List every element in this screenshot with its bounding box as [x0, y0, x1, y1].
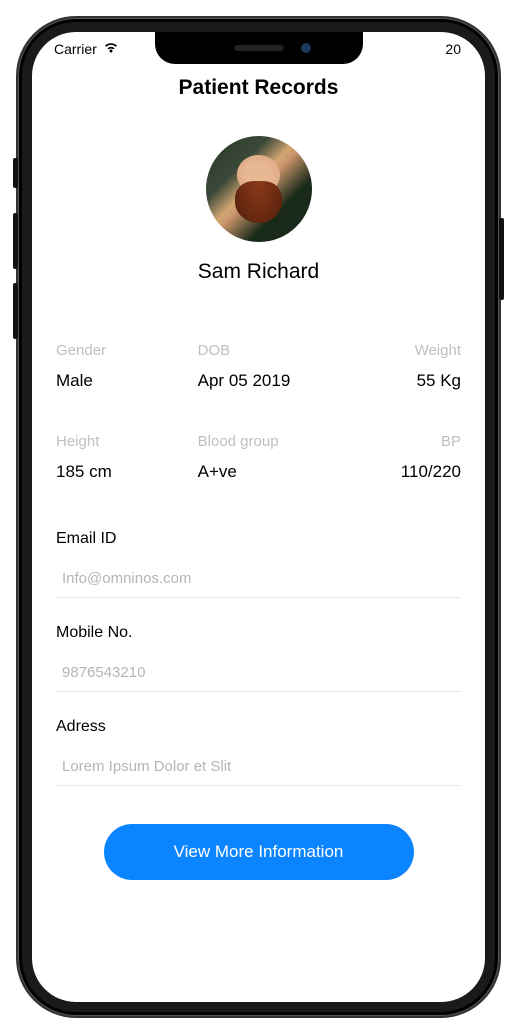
info-label: Height: [56, 433, 196, 450]
wifi-icon: [103, 42, 119, 57]
info-weight: Weight 55 Kg: [349, 342, 461, 391]
front-camera: [301, 43, 311, 53]
info-value: 55 Kg: [417, 371, 461, 390]
phone-frame: Carrier 20 Patient Records Sam Richard: [0, 0, 517, 1034]
content: Patient Records Sam Richard Gender Male …: [32, 32, 485, 1002]
email-section: Email ID: [56, 530, 461, 598]
info-label: Weight: [349, 342, 461, 359]
volume-up-button: [13, 213, 18, 269]
info-dob: DOB Apr 05 2019: [196, 342, 350, 391]
address-field[interactable]: [56, 754, 461, 786]
info-value: Male: [56, 371, 93, 390]
phone-bezel: Carrier 20 Patient Records Sam Richard: [18, 18, 499, 1016]
volume-down-button: [13, 283, 18, 339]
info-label: Blood group: [198, 433, 350, 450]
info-label: Gender: [56, 342, 196, 359]
info-value: 110/220: [401, 462, 461, 481]
screen: Carrier 20 Patient Records Sam Richard: [32, 32, 485, 1002]
side-button: [13, 158, 18, 188]
time-label: 20: [445, 41, 461, 57]
address-section: Adress: [56, 718, 461, 786]
email-label: Email ID: [56, 530, 461, 548]
phone-inner: Carrier 20 Patient Records Sam Richard: [22, 22, 495, 1012]
info-value: Apr 05 2019: [198, 371, 291, 390]
mobile-field[interactable]: [56, 660, 461, 692]
speaker: [234, 45, 284, 51]
avatar-container: [56, 136, 461, 242]
info-value: A+ve: [198, 462, 237, 481]
power-button: [499, 218, 504, 300]
info-label: DOB: [198, 342, 350, 359]
page-title: Patient Records: [56, 76, 461, 100]
mobile-section: Mobile No.: [56, 624, 461, 692]
info-gender: Gender Male: [56, 342, 196, 391]
cta-container: View More Information: [56, 824, 461, 902]
info-bp: BP 110/220: [349, 433, 461, 482]
patient-name: Sam Richard: [56, 260, 461, 284]
notch: [155, 32, 363, 64]
avatar[interactable]: [206, 136, 312, 242]
info-value: 185 cm: [56, 462, 112, 481]
info-height: Height 185 cm: [56, 433, 196, 482]
status-left: Carrier: [52, 41, 119, 57]
info-blood-group: Blood group A+ve: [196, 433, 350, 482]
address-label: Adress: [56, 718, 461, 736]
mobile-label: Mobile No.: [56, 624, 461, 642]
email-field[interactable]: [56, 566, 461, 598]
info-label: BP: [349, 433, 461, 450]
carrier-label: Carrier: [54, 41, 97, 57]
info-grid: Gender Male DOB Apr 05 2019 Weight 55 Kg: [56, 342, 461, 482]
view-more-button[interactable]: View More Information: [104, 824, 414, 880]
status-right: 20: [445, 41, 469, 57]
